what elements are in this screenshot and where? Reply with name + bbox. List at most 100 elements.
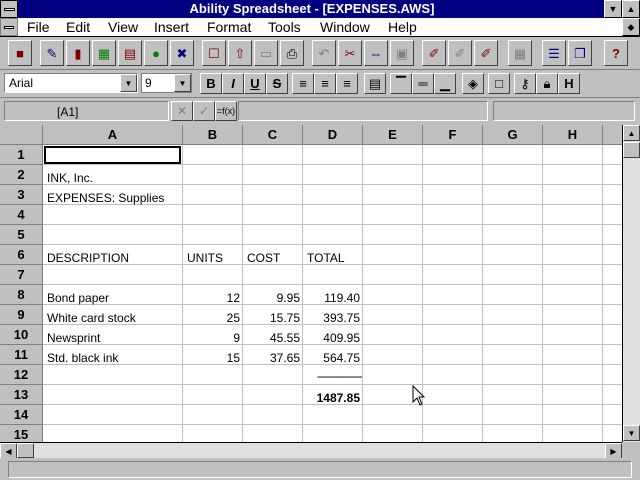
italic-button[interactable]: I xyxy=(222,73,244,94)
menu-insert[interactable]: Insert xyxy=(154,19,189,35)
cell-b8[interactable]: 12 xyxy=(183,288,240,308)
column-header-g[interactable]: G xyxy=(483,125,543,145)
underline-button[interactable]: U xyxy=(244,73,266,94)
cell-a2[interactable]: INK, Inc. xyxy=(47,168,93,188)
new-button[interactable]: ☐ xyxy=(202,40,226,66)
cell-d9[interactable]: 393.75 xyxy=(303,308,360,328)
highlight-button[interactable]: ✐ xyxy=(422,40,446,66)
draw-app-button[interactable]: ● xyxy=(144,40,168,66)
row-header-15[interactable]: 15 xyxy=(0,425,43,442)
print-button[interactable]: ⎙ xyxy=(280,40,304,66)
vertical-scroll-thumb[interactable] xyxy=(623,142,640,158)
row-header-2[interactable]: 2 xyxy=(0,165,43,185)
replace-button[interactable]: ✐ xyxy=(474,40,498,66)
column-header-d[interactable]: D xyxy=(303,125,363,145)
row-header-9[interactable]: 9 xyxy=(0,305,43,325)
document-menu-button[interactable] xyxy=(0,18,18,36)
cell-c11[interactable]: 37.65 xyxy=(243,348,300,368)
row-header-3[interactable]: 3 xyxy=(0,185,43,205)
border-box-button[interactable]: □ xyxy=(488,73,510,94)
cell-a6[interactable]: DESCRIPTION xyxy=(47,248,129,268)
font-size-dropdown[interactable]: ▼ xyxy=(174,74,191,92)
scroll-down-button[interactable]: ▼ xyxy=(623,425,640,441)
select-all-corner[interactable] xyxy=(0,125,43,145)
open-button[interactable]: ⇧ xyxy=(228,40,252,66)
hide-button[interactable]: H xyxy=(558,73,580,94)
row-header-8[interactable]: 8 xyxy=(0,285,43,305)
fill-button[interactable]: ✐ xyxy=(448,40,472,66)
lock-button[interactable]: 🔒︎ xyxy=(536,73,558,94)
write-button[interactable]: ✎ xyxy=(40,40,64,66)
protect-button[interactable]: ⚷ xyxy=(514,73,536,94)
menu-window[interactable]: Window xyxy=(320,19,370,35)
calculator-button[interactable]: ▦ xyxy=(508,40,532,66)
justify-button[interactable]: ▤ xyxy=(364,73,386,94)
cell-d12[interactable]: --------------- xyxy=(303,366,362,386)
row-header-4[interactable]: 4 xyxy=(0,205,43,225)
column-header-i[interactable] xyxy=(603,125,622,145)
cell-b9[interactable]: 25 xyxy=(183,308,240,328)
system-menu-button[interactable] xyxy=(0,0,18,18)
cell-a3[interactable]: EXPENSES: Supplies xyxy=(47,188,164,208)
menu-file[interactable]: File xyxy=(27,19,50,35)
row-header-14[interactable]: 14 xyxy=(0,405,43,425)
menu-edit[interactable]: Edit xyxy=(66,19,90,35)
scroll-up-button[interactable]: ▲ xyxy=(623,125,640,141)
border-top-button[interactable]: ▔ xyxy=(390,73,412,94)
column-header-c[interactable]: C xyxy=(243,125,303,145)
cell-a10[interactable]: Newsprint xyxy=(47,328,100,348)
cell-d10[interactable]: 409.95 xyxy=(303,328,360,348)
cell-a8[interactable]: Bond paper xyxy=(47,288,109,308)
cell-a11[interactable]: Std. black ink xyxy=(47,348,118,368)
border-middle-button[interactable]: ═ xyxy=(412,73,434,94)
row-header-13[interactable]: 13 xyxy=(0,385,43,405)
vertical-scrollbar[interactable]: ▲ ▼ xyxy=(622,125,640,442)
cell-b10[interactable]: 9 xyxy=(183,328,240,348)
align-center-button[interactable]: ≡ xyxy=(314,73,336,94)
cell-d6[interactable]: TOTAL xyxy=(307,248,345,268)
cell-d8[interactable]: 119.40 xyxy=(303,288,360,308)
cell-c10[interactable]: 45.55 xyxy=(243,328,300,348)
font-name-select[interactable]: Arial ▼ xyxy=(4,73,138,93)
column-header-h[interactable]: H xyxy=(543,125,603,145)
row-header-11[interactable]: 11 xyxy=(0,345,43,365)
row-header-1[interactable]: 1 xyxy=(0,145,43,165)
present-app-button[interactable]: ✖ xyxy=(170,40,194,66)
row-header-6[interactable]: 6 xyxy=(0,245,43,265)
cancel-entry-button[interactable]: ✕ xyxy=(171,101,193,121)
formula-input[interactable] xyxy=(238,101,488,121)
cell-d13[interactable]: 1487.85 xyxy=(303,388,360,408)
minimize-button[interactable]: ▼ xyxy=(604,0,622,18)
restore-button[interactable]: ◆ xyxy=(622,18,640,36)
scroll-right-button[interactable]: ▶ xyxy=(605,443,622,459)
spreadsheet-app-button[interactable]: ▦ xyxy=(92,40,116,66)
bold-button[interactable]: B xyxy=(200,73,222,94)
help-button[interactable]: ? xyxy=(604,40,628,66)
align-left-button[interactable]: ≡ xyxy=(292,73,314,94)
cell-b6[interactable]: UNITS xyxy=(187,248,223,268)
row-header-5[interactable]: 5 xyxy=(0,225,43,245)
align-right-button[interactable]: ≡ xyxy=(336,73,358,94)
cell-c6[interactable]: COST xyxy=(247,248,280,268)
chart-app-button[interactable]: ▮ xyxy=(66,40,90,66)
column-header-e[interactable]: E xyxy=(363,125,423,145)
menu-format[interactable]: Format xyxy=(207,19,251,35)
border-bottom-button[interactable]: ▁ xyxy=(434,73,456,94)
undo-button[interactable]: ↶ xyxy=(312,40,336,66)
cut-button[interactable]: ✂ xyxy=(338,40,362,66)
database-app-button[interactable]: ▤ xyxy=(118,40,142,66)
cascade-button[interactable]: ❐ xyxy=(568,40,592,66)
paste-button[interactable]: ▣ xyxy=(390,40,414,66)
cell-a9[interactable]: White card stock xyxy=(47,308,136,328)
row-header-7[interactable]: 7 xyxy=(0,265,43,285)
cell-d11[interactable]: 564.75 xyxy=(303,348,360,368)
menu-tools[interactable]: Tools xyxy=(268,19,301,35)
horizontal-scrollbar[interactable]: ◀ ▶ xyxy=(0,442,622,459)
row-header-10[interactable]: 10 xyxy=(0,325,43,345)
cell-c9[interactable]: 15.75 xyxy=(243,308,300,328)
function-button[interactable]: =f(x) xyxy=(215,101,237,121)
cell-b11[interactable]: 15 xyxy=(183,348,240,368)
strikethrough-button[interactable]: S xyxy=(266,73,288,94)
column-header-f[interactable]: F xyxy=(423,125,483,145)
fill-color-button[interactable]: ◈ xyxy=(462,73,484,94)
